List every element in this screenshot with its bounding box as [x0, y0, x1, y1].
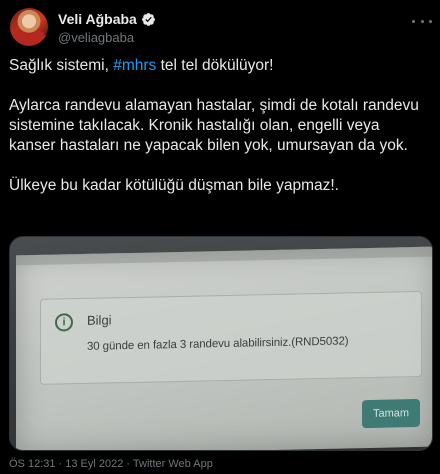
- author-handle[interactable]: @veliagbaba: [58, 30, 134, 45]
- tweet-line1-after: tel tel dökülüyor!: [156, 57, 274, 74]
- alert-title: Bilgi: [87, 312, 112, 328]
- tweet-media-photo[interactable]: i Bilgi 30 günde en fazla 3 randevu alab…: [9, 236, 433, 451]
- avatar[interactable]: [10, 8, 48, 46]
- verified-badge-icon: [141, 12, 155, 26]
- ok-button: Tamam: [362, 398, 420, 429]
- tweet-paragraph-2: Aylarca randevu alamayan hastalar, şimdi…: [9, 97, 419, 154]
- tweet-text: Sağlık sistemi, #mhrs tel tel dökülüyor!…: [9, 56, 429, 196]
- author-name-row[interactable]: Veli Ağbaba: [58, 11, 156, 27]
- tweet-header: Veli Ağbaba @veliagbaba: [8, 6, 432, 48]
- info-alert-box: i Bilgi 30 günde en fazla 3 randevu alab…: [40, 290, 422, 385]
- tweet-paragraph-1: Sağlık sistemi, #mhrs tel tel dökülüyor!: [9, 56, 429, 76]
- author-display-name[interactable]: Veli Ağbaba: [58, 11, 137, 27]
- info-icon: i: [55, 313, 73, 332]
- tweet-paragraph-3: Ülkeye bu kadar kötülüğü düşman bile yap…: [9, 177, 339, 194]
- hashtag-link[interactable]: #mhrs: [113, 57, 156, 74]
- more-options-icon[interactable]: [412, 14, 432, 28]
- tweet-timestamp[interactable]: ÖS 12:31 · 13 Eyl 2022 · Twitter Web App: [9, 458, 213, 470]
- alert-message: 30 günde en fazla 3 randevu alabilirsini…: [87, 335, 349, 353]
- photographed-screen: i Bilgi 30 günde en fazla 3 randevu alab…: [16, 246, 432, 450]
- tweet-line1-before: Sağlık sistemi,: [9, 57, 114, 74]
